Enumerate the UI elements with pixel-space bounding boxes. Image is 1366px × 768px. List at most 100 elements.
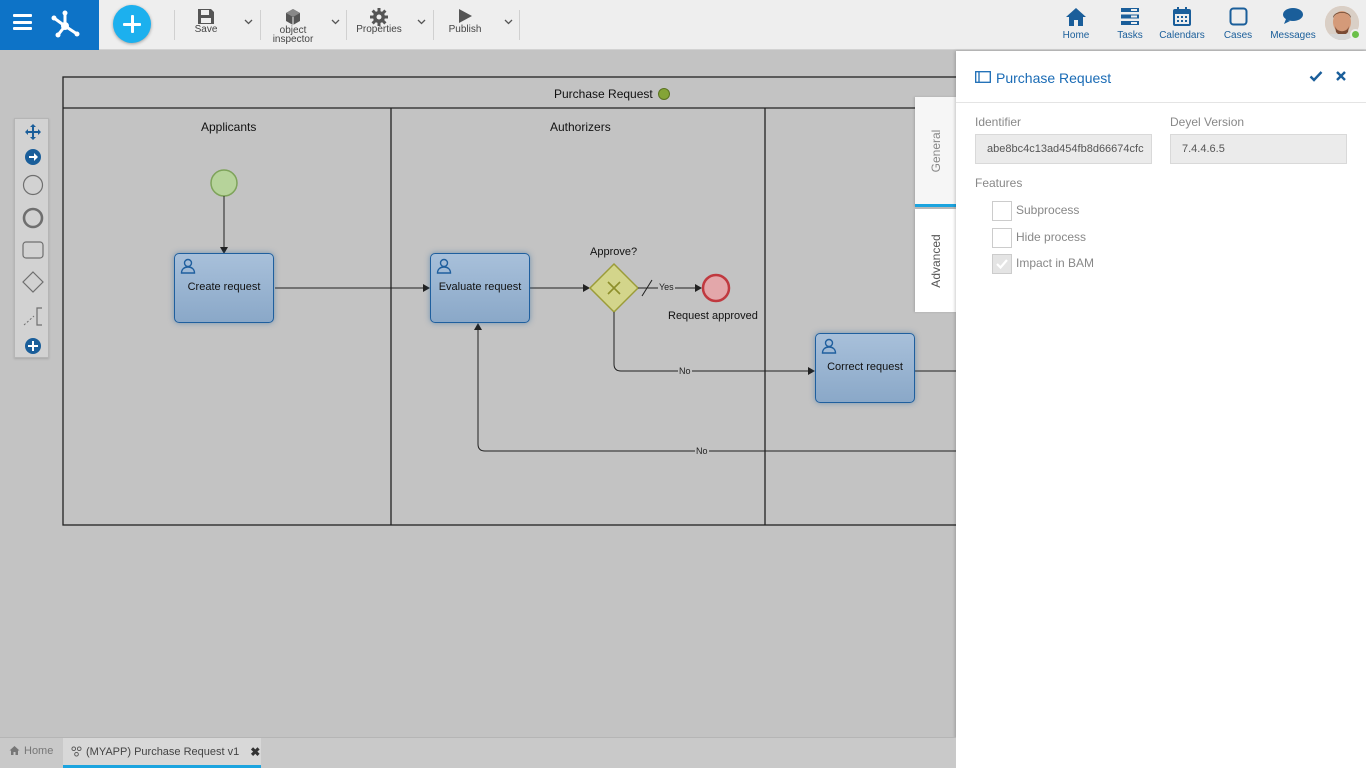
gateway-label: Approve? bbox=[590, 246, 638, 258]
save-label: Save bbox=[194, 24, 218, 35]
task-create-request[interactable]: Create request bbox=[174, 253, 274, 323]
toolbar-separator bbox=[260, 10, 261, 40]
tab-general[interactable]: General bbox=[915, 97, 956, 207]
subprocess-checkbox[interactable] bbox=[992, 201, 1012, 221]
user-task-icon bbox=[180, 258, 196, 274]
nav-cases-label: Cases bbox=[1223, 30, 1253, 41]
annotation-icon bbox=[23, 307, 42, 326]
nav-calendars-label: Calendars bbox=[1159, 30, 1205, 41]
end-event-tool[interactable] bbox=[15, 207, 50, 229]
process-icon bbox=[71, 746, 82, 757]
diagram-graphics bbox=[62, 76, 956, 526]
properties-button[interactable]: Properties bbox=[352, 0, 406, 50]
lane-label-authorizers: Authorizers bbox=[550, 120, 611, 134]
end-event bbox=[701, 273, 731, 303]
save-button[interactable]: Save bbox=[186, 0, 226, 50]
cases-icon bbox=[1229, 7, 1247, 26]
version-field[interactable]: 7.4.4.6.5 bbox=[1170, 134, 1347, 164]
save-dropdown-icon[interactable] bbox=[244, 19, 253, 25]
flow-label-no: No bbox=[678, 366, 692, 376]
pan-tool[interactable] bbox=[15, 123, 50, 141]
end-event-icon bbox=[22, 207, 43, 229]
arrow-circle-icon bbox=[24, 149, 41, 165]
tab-advanced-label: Advanced bbox=[928, 233, 943, 288]
shape-palette bbox=[14, 118, 49, 358]
start-event-icon bbox=[22, 174, 43, 196]
gateway-icon bbox=[21, 271, 44, 293]
nav-tasks-label: Tasks bbox=[1117, 30, 1143, 41]
object-inspector-label-2: inspector bbox=[272, 34, 314, 45]
task-evaluate-request[interactable]: Evaluate request bbox=[430, 253, 530, 323]
toolbar-separator bbox=[433, 10, 434, 40]
add-button[interactable] bbox=[113, 5, 151, 43]
user-task-icon bbox=[821, 338, 837, 354]
task-label: Evaluate request bbox=[438, 281, 522, 293]
nav-tasks[interactable]: Tasks bbox=[1113, 0, 1147, 50]
identifier-field[interactable]: abe8bc4c13ad454fb8d66674cfc bbox=[975, 134, 1152, 164]
tab-home-label: Home bbox=[24, 745, 54, 757]
diagram-canvas[interactable]: Purchase Request Applicants Authorizers … bbox=[0, 51, 956, 737]
brand-area bbox=[0, 0, 99, 50]
connect-tool[interactable] bbox=[15, 148, 50, 166]
lane-label-applicants: Applicants bbox=[201, 120, 257, 134]
panel-title: Purchase Request bbox=[996, 70, 1112, 86]
hide-process-checkbox[interactable] bbox=[992, 228, 1012, 248]
object-inspector-dropdown-icon[interactable] bbox=[331, 19, 340, 25]
gateway-approve bbox=[588, 262, 640, 314]
online-status-icon bbox=[1350, 29, 1361, 40]
tab-process[interactable]: (MYAPP) Purchase Request v1 ✖ bbox=[63, 738, 261, 768]
messages-icon bbox=[1283, 8, 1303, 24]
pool-status-icon bbox=[657, 88, 670, 100]
impact-bam-checkbox[interactable] bbox=[992, 254, 1012, 274]
toolbar-separator bbox=[174, 10, 175, 40]
toolbar-separator bbox=[519, 10, 520, 40]
gateway-tool[interactable] bbox=[15, 271, 50, 293]
identifier-label: Identifier bbox=[975, 115, 1022, 129]
close-icon[interactable] bbox=[1334, 69, 1348, 83]
tab-process-label: (MYAPP) Purchase Request v1 bbox=[86, 745, 240, 758]
properties-dropdown-icon[interactable] bbox=[417, 19, 426, 25]
bottom-tab-bar: Home (MYAPP) Purchase Request v1 ✖ bbox=[0, 737, 956, 768]
check-icon[interactable] bbox=[1309, 69, 1323, 83]
move-icon bbox=[24, 124, 41, 140]
top-toolbar: Save object inspector Properties Publish… bbox=[0, 0, 1366, 50]
close-tab-icon[interactable]: ✖ bbox=[250, 745, 260, 759]
menu-icon[interactable] bbox=[13, 14, 32, 30]
calendar-icon bbox=[1173, 7, 1191, 26]
tab-home[interactable]: Home bbox=[0, 738, 62, 768]
publish-button[interactable]: Publish bbox=[443, 0, 487, 50]
annotation-tool[interactable] bbox=[15, 305, 50, 327]
plus-circle-icon bbox=[24, 338, 41, 354]
tab-advanced[interactable]: Advanced bbox=[915, 209, 956, 312]
save-icon bbox=[198, 9, 214, 24]
object-inspector-button[interactable]: object inspector bbox=[266, 0, 320, 50]
version-label: Deyel Version bbox=[1170, 115, 1245, 129]
more-shapes-tool[interactable] bbox=[15, 337, 50, 355]
features-label: Features bbox=[975, 176, 1023, 190]
task-correct-request[interactable]: Correct request bbox=[815, 333, 915, 403]
properties-panel: Purchase Request Identifier abe8bc4c13ad… bbox=[956, 51, 1366, 768]
tab-general-label: General bbox=[928, 129, 943, 172]
home-icon bbox=[9, 746, 20, 755]
nav-messages[interactable]: Messages bbox=[1270, 0, 1316, 50]
nav-cases[interactable]: Cases bbox=[1221, 0, 1255, 50]
play-icon bbox=[459, 9, 472, 23]
publish-dropdown-icon[interactable] bbox=[504, 19, 513, 25]
app-logo-icon[interactable] bbox=[48, 8, 82, 40]
flow-label-no: No bbox=[695, 446, 709, 456]
task-tool[interactable] bbox=[15, 240, 50, 260]
task-label: Correct request bbox=[827, 361, 903, 373]
start-event-tool[interactable] bbox=[15, 174, 50, 196]
properties-label: Properties bbox=[356, 24, 402, 35]
end-event-label: Request approved bbox=[668, 310, 758, 322]
nav-messages-label: Messages bbox=[1270, 30, 1316, 41]
panel-header: Purchase Request bbox=[956, 51, 1366, 103]
start-event bbox=[210, 169, 238, 197]
nav-calendars[interactable]: Calendars bbox=[1157, 0, 1207, 50]
tasks-icon bbox=[1121, 8, 1139, 25]
task-icon bbox=[21, 241, 44, 259]
user-task-icon bbox=[436, 258, 452, 274]
hide-process-label: Hide process bbox=[1016, 230, 1087, 244]
nav-home[interactable]: Home bbox=[1057, 0, 1095, 50]
impact-bam-label: Impact in BAM bbox=[1016, 256, 1095, 270]
